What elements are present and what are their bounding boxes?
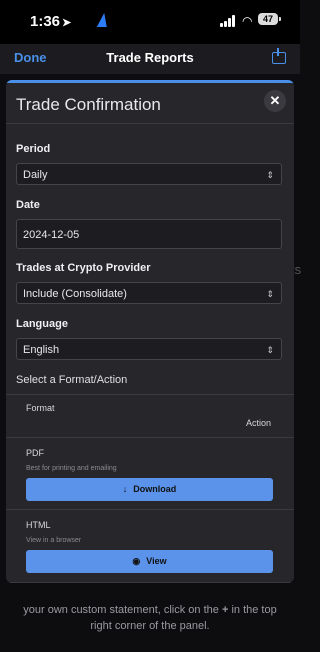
date-label: Date: [16, 199, 40, 211]
format-desc-html: View in a browser: [26, 537, 82, 544]
eye-icon: ◉: [132, 556, 141, 566]
location-arrow-icon: ➤: [62, 17, 72, 29]
battery-icon: 47: [258, 13, 281, 25]
time-text: 1:36: [30, 13, 61, 30]
language-value: English: [23, 344, 60, 356]
background-instruction-line-2: right corner of the panel.: [90, 620, 210, 632]
download-icon: ↓: [122, 484, 128, 494]
instruction-text: your own custom statement, click on the: [23, 604, 219, 616]
format-name-pdf: PDF: [26, 448, 44, 458]
period-value: Daily: [23, 169, 48, 181]
row-divider-bottom: [6, 582, 294, 583]
chevron-updown-icon: ⇕: [266, 289, 274, 299]
modal-accent-bar: [6, 80, 294, 83]
action-column-header: Action: [246, 418, 272, 428]
wifi-icon: ◠: [242, 14, 253, 28]
export-icon[interactable]: [272, 48, 286, 64]
view-label: View: [146, 556, 167, 566]
close-icon[interactable]: ✕: [264, 90, 286, 112]
battery-level: 47: [262, 14, 273, 24]
language-label: Language: [16, 318, 68, 330]
date-value: 2024-12-05: [23, 229, 80, 241]
plus-icon: +: [221, 604, 229, 616]
format-column-header: Format: [26, 403, 55, 413]
date-input[interactable]: 2024-12-05: [16, 219, 282, 249]
status-time: 1:36 ➤: [30, 13, 71, 30]
instruction-text-end: in the top: [231, 604, 277, 616]
header-divider: [6, 437, 294, 438]
modal-title: Trade Confirmation: [16, 95, 161, 114]
view-button[interactable]: ◉ View: [26, 550, 273, 573]
crypto-provider-value: Include (Consolidate): [23, 288, 127, 300]
crypto-provider-label: Trades at Crypto Provider: [16, 262, 151, 274]
title-divider: [6, 123, 294, 124]
trade-confirmation-modal: Trade Confirmation ✕ Period Daily ⇕ Date …: [6, 80, 294, 583]
format-section-title: Select a Format/Action: [16, 374, 128, 386]
format-name-html: HTML: [26, 520, 51, 530]
background-instruction-line-1: your own custom statement, click on the …: [0, 602, 300, 618]
page-title: Trade Reports: [106, 50, 194, 65]
format-desc-pdf: Best for printing and emailing: [26, 465, 117, 472]
row-divider: [6, 509, 294, 510]
crypto-provider-select[interactable]: Include (Consolidate) ⇕: [16, 282, 282, 304]
navigation-bar: Done Trade Reports: [0, 44, 300, 74]
language-select[interactable]: English ⇕: [16, 338, 282, 360]
chevron-updown-icon: ⇕: [266, 345, 274, 355]
section-divider: [6, 394, 294, 395]
status-bar: 1:36 ➤ ◠ 47: [0, 0, 300, 44]
period-select[interactable]: Daily ⇕: [16, 163, 282, 185]
download-label: Download: [133, 484, 177, 494]
download-button[interactable]: ↓ Download: [26, 478, 273, 501]
chevron-updown-icon: ⇕: [266, 170, 274, 180]
period-label: Period: [16, 143, 51, 155]
signal-icon: [220, 15, 238, 27]
